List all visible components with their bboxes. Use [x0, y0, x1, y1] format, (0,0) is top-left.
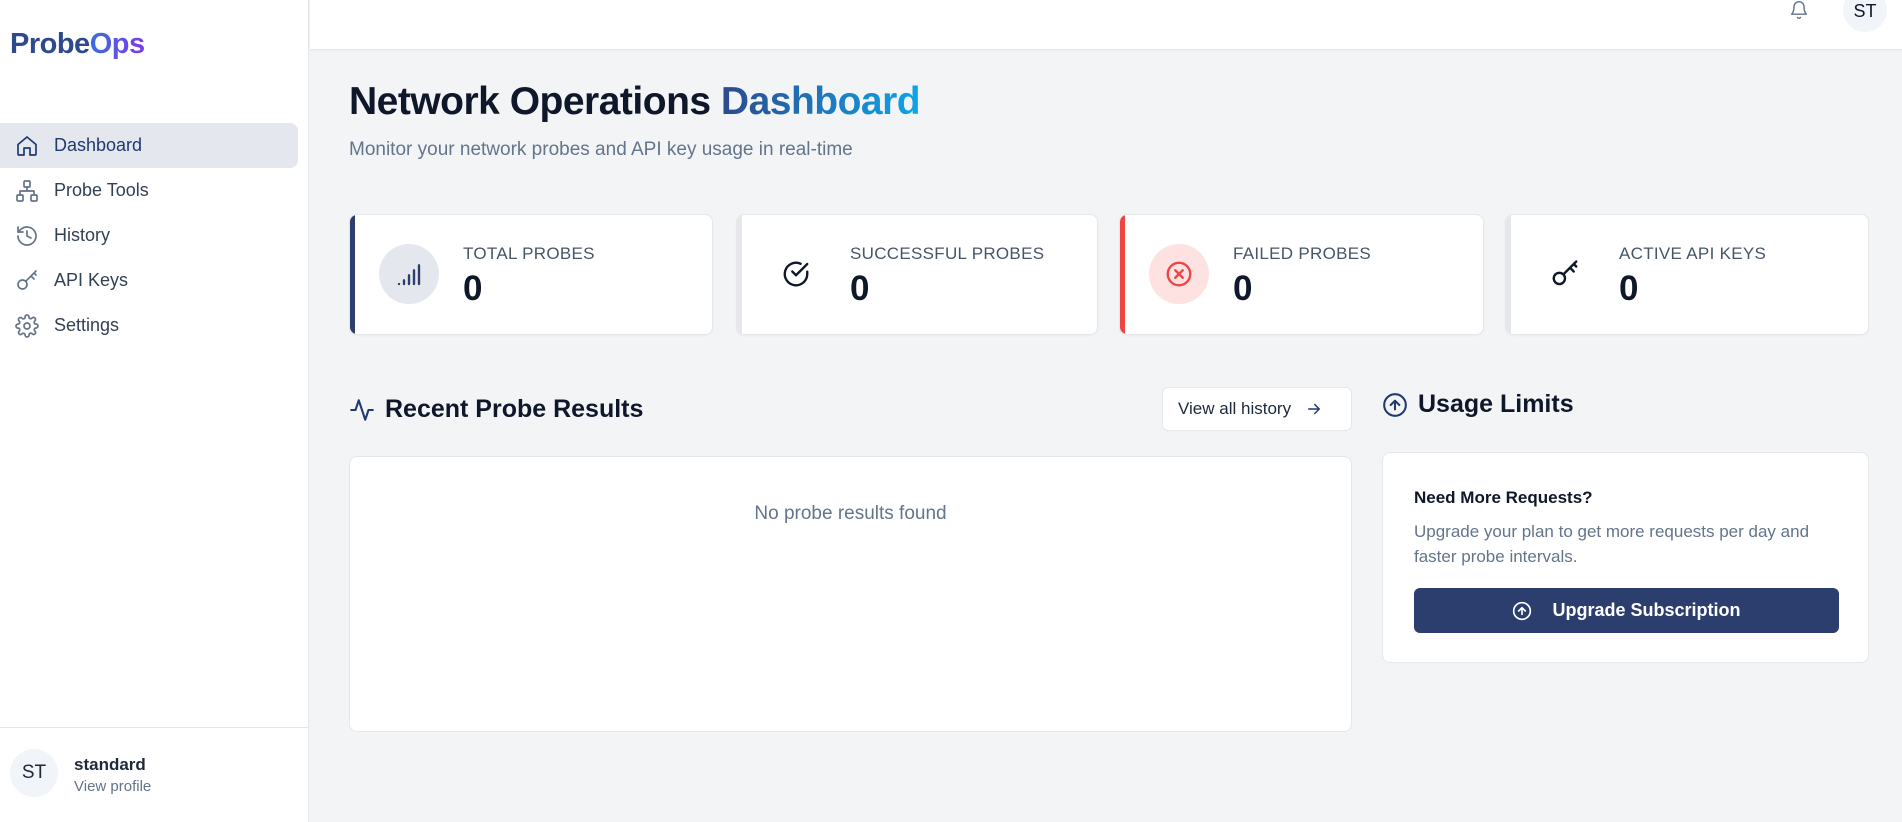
empty-state-text: No probe results found — [754, 503, 947, 524]
profile-name: standard — [74, 755, 146, 774]
sidebar-item-api-keys[interactable]: API Keys — [0, 258, 298, 303]
stat-value: 0 — [850, 269, 870, 308]
page-title: Network Operations Dashboard — [349, 80, 921, 124]
stat-card-successful-probes: SUCCESSFUL PROBES 0 — [736, 214, 1098, 335]
x-circle-icon — [1149, 244, 1209, 304]
arrow-up-circle-icon — [1513, 601, 1532, 620]
home-icon — [14, 133, 40, 159]
stat-card-accent — [1506, 215, 1511, 334]
top-bar: ST — [310, 0, 1902, 50]
arrow-up-circle-icon — [1383, 392, 1407, 417]
sidebar-item-history[interactable]: History — [0, 213, 298, 258]
sidebar-item-settings[interactable]: Settings — [0, 303, 298, 348]
page-title-highlight: Dashboard — [720, 80, 921, 123]
page-title-main: Network Operations — [349, 80, 711, 123]
stat-card-total-probes: TOTAL PROBES 0 — [349, 214, 713, 335]
brand-logo[interactable]: ProbeOps — [10, 28, 145, 61]
avatar[interactable]: ST — [1843, 0, 1887, 32]
gear-icon — [14, 313, 40, 339]
upgrade-card-text: Upgrade your plan to get more requests p… — [1414, 522, 1810, 566]
sidebar-item-label: History — [54, 225, 111, 245]
upgrade-card: Need More Requests? Upgrade your plan to… — [1382, 452, 1869, 663]
usage-limits-heading: Usage Limits — [1382, 390, 1574, 419]
check-circle-icon — [766, 244, 826, 304]
sidebar-item-label: Probe Tools — [54, 180, 149, 200]
stat-card-accent — [1120, 215, 1125, 334]
bell-icon[interactable] — [1789, 0, 1811, 22]
key-icon — [1535, 244, 1595, 304]
key-icon — [14, 268, 40, 294]
upgrade-subscription-label: Upgrade Subscription — [1552, 600, 1741, 620]
network-icon — [14, 178, 40, 204]
view-profile-link[interactable]: View profile — [74, 778, 151, 795]
stat-label: FAILED PROBES — [1233, 244, 1372, 263]
sidebar-item-probe-tools[interactable]: Probe Tools — [0, 168, 298, 213]
page-subtitle: Monitor your network probes and API key … — [349, 139, 853, 160]
stat-label: SUCCESSFUL PROBES — [850, 244, 1045, 263]
stat-value: 0 — [1233, 269, 1253, 308]
avatar[interactable]: ST — [10, 749, 58, 797]
sidebar-item-dashboard[interactable]: Dashboard — [0, 123, 298, 168]
stat-value: 0 — [463, 269, 483, 308]
stat-label: TOTAL PROBES — [463, 244, 595, 263]
sidebar: ProbeOps Dashboard Probe Tools History A… — [0, 0, 309, 822]
sidebar-item-label: Settings — [54, 315, 120, 335]
view-all-history-button[interactable]: View all history — [1162, 387, 1352, 431]
sidebar-nav: Dashboard Probe Tools History API Keys S… — [0, 123, 298, 348]
view-all-history-label: View all history — [1178, 399, 1292, 418]
user-profile[interactable]: ST standard View profile — [0, 727, 308, 822]
recent-results-heading: Recent Probe Results — [349, 395, 643, 424]
sidebar-item-label: API Keys — [54, 270, 129, 290]
stat-value: 0 — [1619, 269, 1639, 308]
history-icon — [14, 223, 40, 249]
stat-card-active-api-keys: ACTIVE API KEYS 0 — [1505, 214, 1869, 335]
signal-icon — [379, 244, 439, 304]
upgrade-subscription-button[interactable]: Upgrade Subscription — [1414, 588, 1839, 633]
arrow-right-icon — [1308, 403, 1321, 415]
stat-card-failed-probes: FAILED PROBES 0 — [1119, 214, 1484, 335]
stat-card-accent — [350, 215, 355, 334]
upgrade-card-heading: Need More Requests? — [1414, 488, 1593, 507]
usage-limits-title: Usage Limits — [1418, 390, 1574, 418]
brand-logo-part1: Probe — [10, 28, 90, 60]
activity-icon — [350, 398, 374, 421]
stat-card-accent — [737, 215, 742, 334]
probe-results-panel: No probe results found — [349, 456, 1352, 732]
stat-label: ACTIVE API KEYS — [1619, 244, 1767, 263]
brand-logo-part2: Ops — [89, 28, 145, 60]
recent-results-title: Recent Probe Results — [385, 395, 644, 423]
sidebar-item-label: Dashboard — [54, 135, 143, 155]
